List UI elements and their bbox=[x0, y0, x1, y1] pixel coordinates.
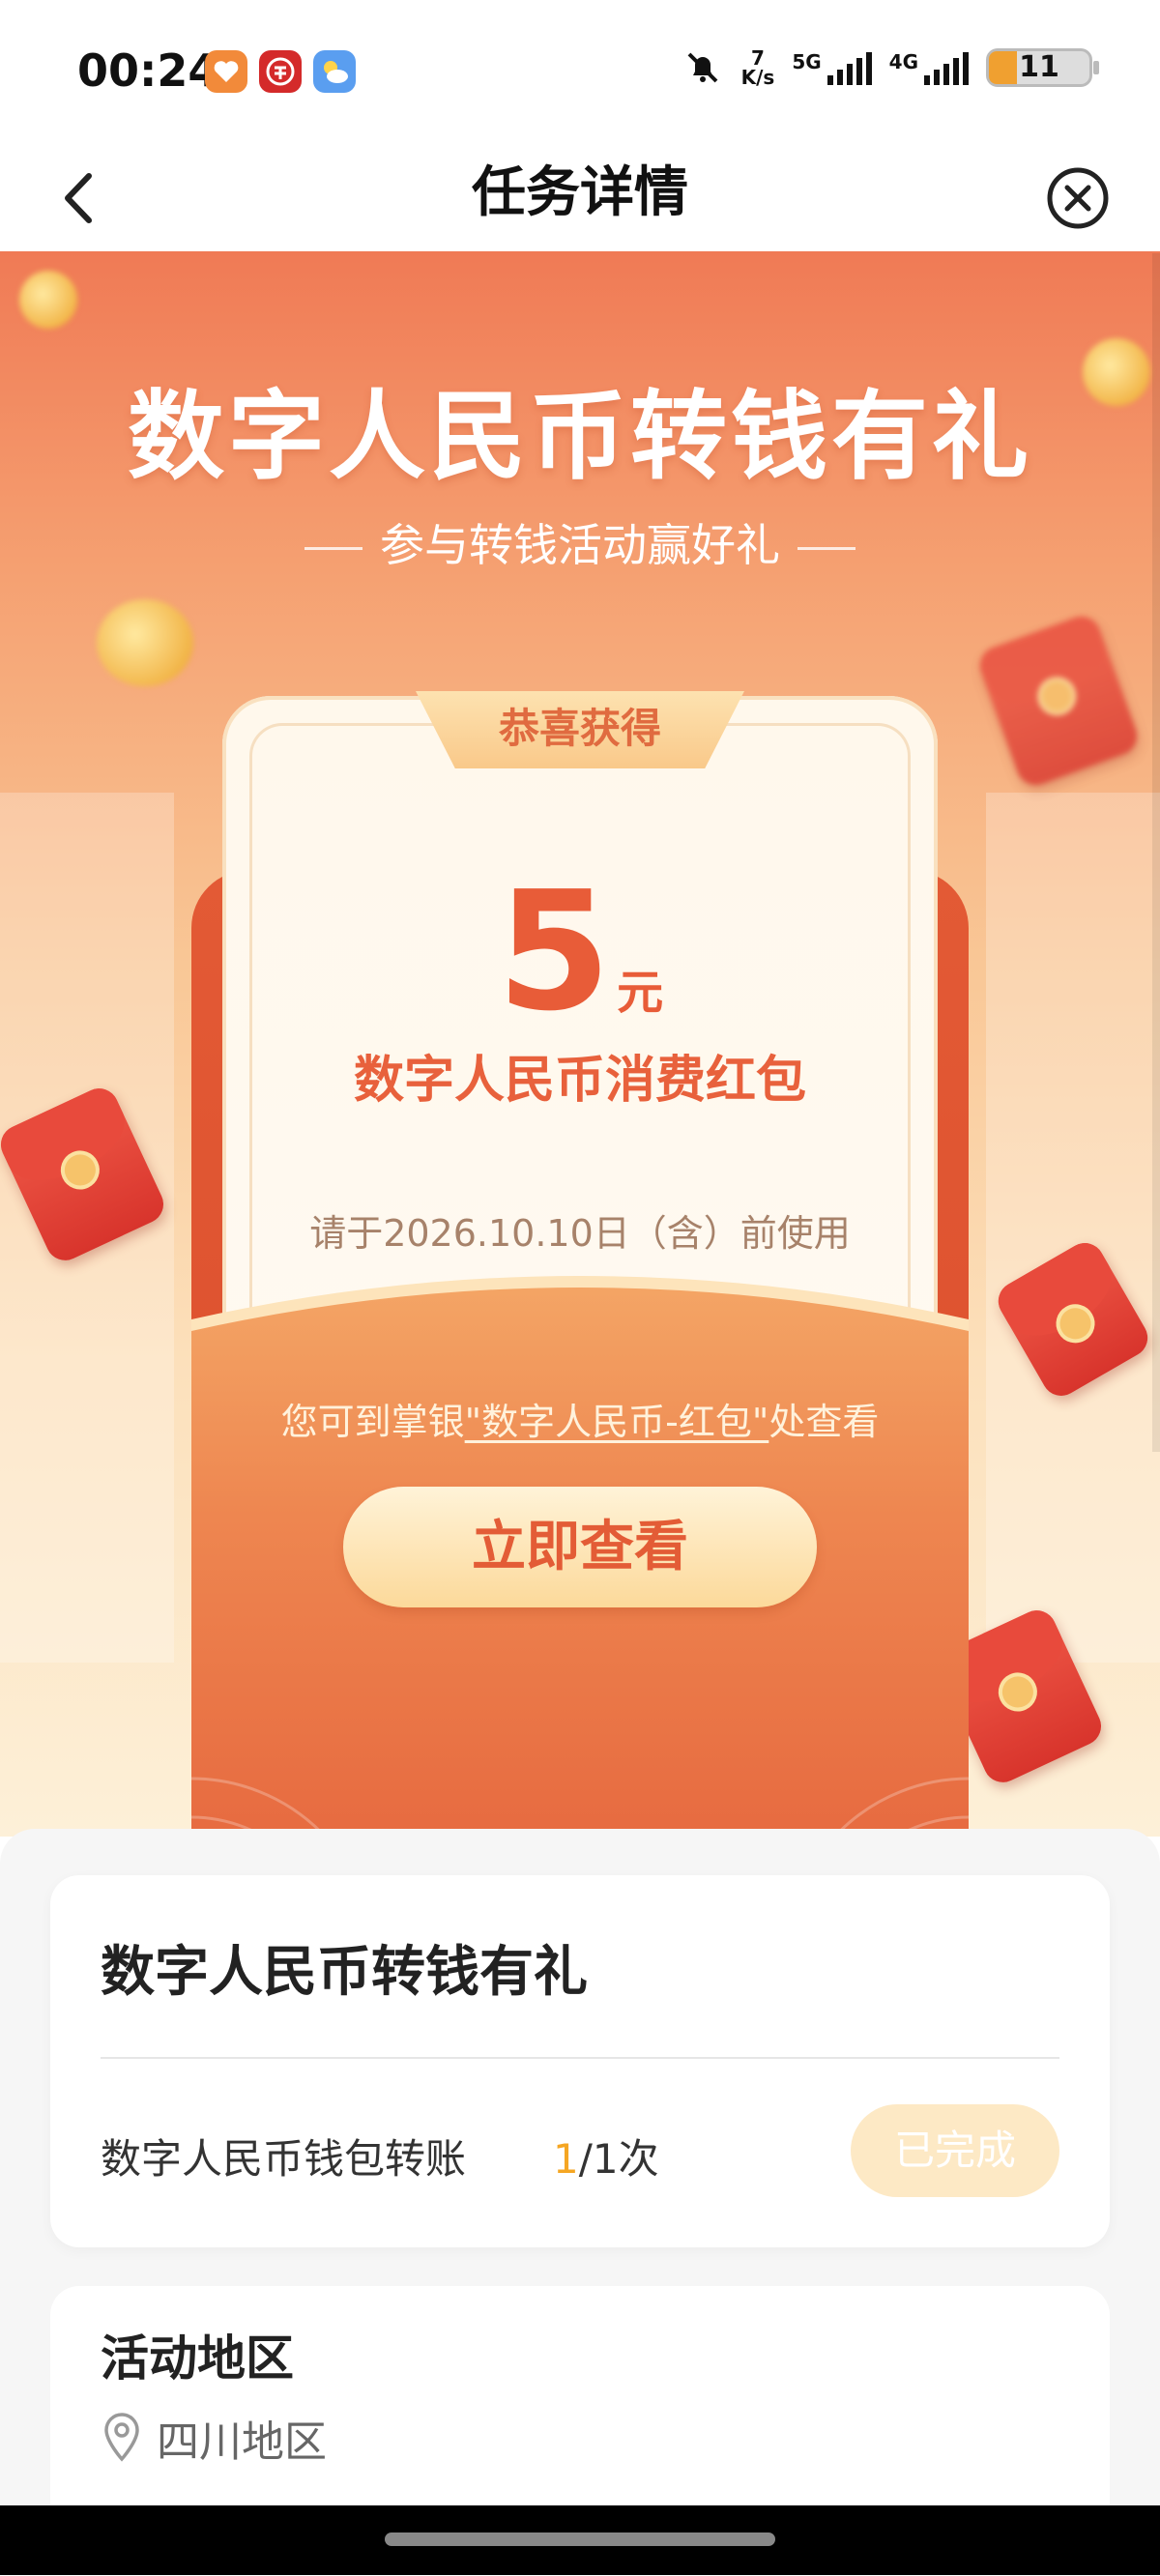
weather-app-icon bbox=[313, 50, 356, 93]
status-time: 00:24 bbox=[77, 44, 219, 97]
bank-app-icon bbox=[259, 50, 302, 93]
wallet-redpacket-link[interactable]: "数字人民币-红包" bbox=[465, 1401, 769, 1443]
region-title: 活动地区 bbox=[101, 2330, 294, 2387]
reward-amount: 5元 bbox=[496, 856, 664, 1048]
page-title: 任务详情 bbox=[472, 161, 688, 224]
reward-card: 恭喜获得 5元 数字人民币消费红包 请于2026.10.10日（含）前使用 您可… bbox=[0, 251, 1160, 1962]
task-progress: 1/1次 bbox=[553, 2135, 659, 2183]
view-hint: 您可到掌银"数字人民币-红包"处查看 bbox=[280, 1401, 880, 1443]
region-value: 四川地区 bbox=[157, 2417, 327, 2467]
expiry-text: 请于2026.10.10日（含）前使用 bbox=[309, 1212, 851, 1255]
signal-5g-icon: 5G bbox=[792, 50, 872, 85]
location-pin-icon bbox=[104, 2413, 139, 2462]
system-nav-bar bbox=[0, 2505, 1160, 2575]
completed-button: 已完成 bbox=[851, 2104, 1059, 2197]
app-notification-icon bbox=[205, 50, 247, 93]
congrats-tab: 恭喜获得 bbox=[416, 691, 744, 768]
home-indicator[interactable] bbox=[385, 2533, 775, 2546]
net-speed: 7 K/s bbox=[740, 46, 775, 89]
task-title: 数字人民币转钱有礼 bbox=[101, 1941, 588, 2004]
region-row: 四川地区 bbox=[101, 2407, 327, 2469]
reward-name: 数字人民币消费红包 bbox=[353, 1052, 806, 1110]
close-button[interactable] bbox=[1034, 155, 1121, 242]
nav-bar: 任务详情 bbox=[0, 145, 1160, 251]
battery-icon: 11 bbox=[986, 48, 1099, 87]
close-circle-icon bbox=[1047, 167, 1109, 229]
status-bar: 00:24 7 K/s 5G 4G 11 bbox=[0, 0, 1160, 145]
divider bbox=[101, 2057, 1059, 2059]
view-now-button[interactable]: 立即查看 bbox=[343, 1487, 817, 1607]
task-item-name: 数字人民币钱包转账 bbox=[101, 2135, 467, 2183]
task-card: 数字人民币转钱有礼 数字人民币钱包转账 1/1次 已完成 bbox=[50, 1875, 1110, 2247]
mute-bell-icon bbox=[687, 52, 718, 83]
signal-4g-icon: 4G bbox=[889, 50, 969, 85]
scrollbar bbox=[1152, 253, 1160, 1452]
battery-level: 11 bbox=[1019, 50, 1059, 84]
